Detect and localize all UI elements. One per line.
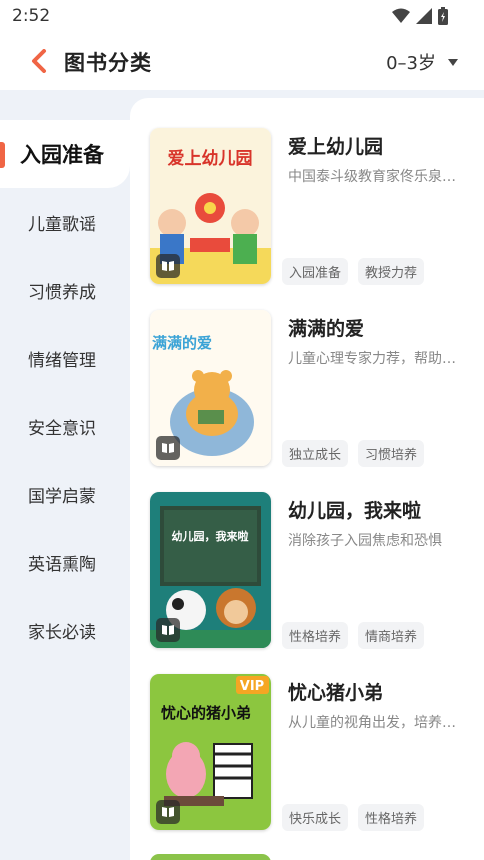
book-description: 儿童心理专家力荐，帮助孩子独立成长 bbox=[288, 351, 460, 367]
book-open-icon bbox=[156, 618, 180, 642]
book-cover[interactable]: 幼儿园，我来啦 bbox=[150, 492, 271, 648]
book-tag: 独立成长 bbox=[282, 440, 349, 467]
category-sidebar: 入园准备 儿童歌谣 习惯养成 情绪管理 安全意识 国学启蒙 英语熏陶 家长必读 bbox=[0, 90, 130, 860]
book-open-icon bbox=[156, 436, 180, 460]
book-description: 消除孩子入园焦虑和恐惧 bbox=[288, 533, 442, 549]
status-bar: 2:52 bbox=[0, 0, 484, 34]
book-tag: 性格培养 bbox=[358, 804, 425, 831]
book-item[interactable]: 幼儿园，我来啦 幼儿园，我来啦 消除孩子入园焦虑和恐惧 性格培养 情商培养 bbox=[150, 492, 470, 650]
book-item[interactable]: 满满的爱 满满的爱 儿童心理专家力荐，帮助孩子独立成长 独立成长 习惯培养 bbox=[150, 310, 470, 468]
book-tag: 性格培养 bbox=[282, 622, 349, 649]
book-list: 爱上幼儿园 爱上幼儿园 中国泰斗级教育家佟乐泉教授力荐 入园准备 教授力荐 bbox=[130, 98, 484, 860]
book-cover-partial[interactable] bbox=[150, 854, 271, 860]
cover-title: 忧心的猪小弟 bbox=[161, 704, 251, 722]
app-screen: 2:52 图书分类 0–3岁 入园准备 儿童歌谣 习惯养成 情绪管理 安全意识 … bbox=[0, 0, 484, 860]
cover-title: 爱上幼儿园 bbox=[168, 148, 253, 169]
sidebar-item-ruyuan[interactable]: 入园准备 bbox=[0, 120, 130, 188]
sidebar-item-qingxu[interactable]: 情绪管理 bbox=[0, 324, 130, 392]
book-title: 满满的爱 bbox=[288, 318, 365, 340]
battery-icon bbox=[438, 7, 448, 29]
chevron-left-icon bbox=[32, 49, 46, 73]
signal-icon bbox=[416, 8, 432, 28]
book-item[interactable]: VIP 忧心的猪小弟 忧心猪小弟 从儿童的视角出发，培养乐观性格 快乐成长 性格… bbox=[150, 674, 470, 832]
book-open-icon bbox=[156, 254, 180, 278]
book-tag: 教授力荐 bbox=[358, 258, 425, 285]
book-tag: 习惯培养 bbox=[358, 440, 425, 467]
sidebar-item-jiazhang[interactable]: 家长必读 bbox=[0, 596, 130, 664]
book-description: 中国泰斗级教育家佟乐泉教授力荐 bbox=[288, 169, 460, 185]
age-filter-value: 0–3岁 bbox=[386, 53, 436, 74]
sidebar-item-anquan[interactable]: 安全意识 bbox=[0, 392, 130, 460]
sidebar-item-gequ[interactable]: 儿童歌谣 bbox=[0, 188, 130, 256]
book-title: 忧心猪小弟 bbox=[288, 682, 384, 704]
cover-title: 满满的爱 bbox=[152, 334, 212, 352]
book-title: 爱上幼儿园 bbox=[288, 136, 384, 158]
page-title: 图书分类 bbox=[64, 51, 152, 75]
book-tags: 性格培养 情商培养 bbox=[282, 622, 425, 649]
sidebar-item-xiguan[interactable]: 习惯养成 bbox=[0, 256, 130, 324]
book-description: 从儿童的视角出发，培养乐观性格 bbox=[288, 715, 460, 731]
header: 图书分类 0–3岁 bbox=[0, 34, 484, 90]
cover-title: 幼儿园，我来啦 bbox=[172, 529, 249, 543]
status-icons bbox=[392, 7, 448, 29]
status-time: 2:52 bbox=[12, 6, 51, 26]
book-title: 幼儿园，我来啦 bbox=[288, 500, 422, 522]
book-item[interactable]: 爱上幼儿园 爱上幼儿园 中国泰斗级教育家佟乐泉教授力荐 入园准备 教授力荐 bbox=[150, 128, 470, 286]
sidebar-item-yingyu[interactable]: 英语熏陶 bbox=[0, 528, 130, 596]
book-tags: 快乐成长 性格培养 bbox=[282, 804, 425, 831]
book-tag: 情商培养 bbox=[358, 622, 425, 649]
book-cover[interactable]: 爱上幼儿园 bbox=[150, 128, 271, 284]
caret-down-icon bbox=[448, 58, 458, 66]
book-tag: 入园准备 bbox=[282, 258, 349, 285]
vip-badge: VIP bbox=[240, 679, 264, 694]
age-filter-dropdown[interactable]: 0–3岁 bbox=[386, 49, 458, 75]
wifi-icon bbox=[392, 8, 410, 28]
book-tag: 快乐成长 bbox=[282, 804, 349, 831]
book-cover[interactable]: 满满的爱 bbox=[150, 310, 271, 466]
book-tags: 入园准备 教授力荐 bbox=[282, 258, 425, 285]
back-button[interactable] bbox=[24, 46, 54, 76]
sidebar-item-guoxue[interactable]: 国学启蒙 bbox=[0, 460, 130, 528]
book-cover[interactable]: VIP 忧心的猪小弟 bbox=[150, 674, 271, 830]
book-tags: 独立成长 习惯培养 bbox=[282, 440, 425, 467]
book-open-icon bbox=[156, 800, 180, 824]
